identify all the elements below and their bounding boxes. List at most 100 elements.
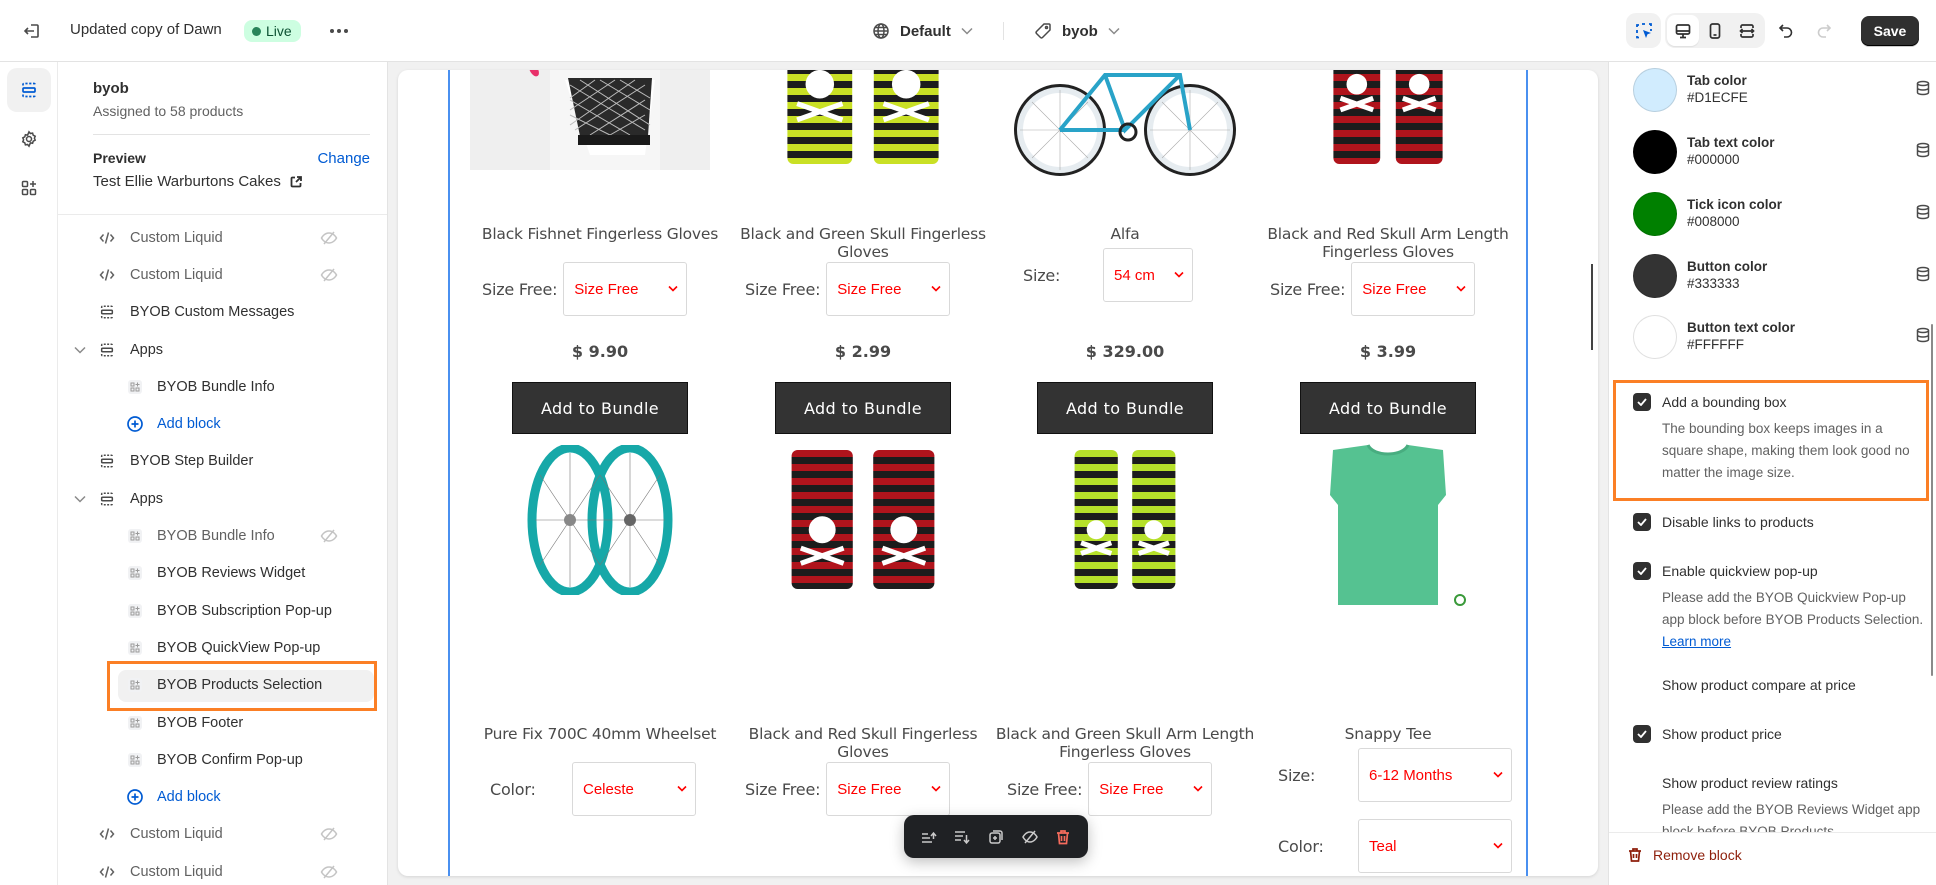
learn-more-link[interactable]: Learn more [1662,634,1731,649]
tree-item[interactable]: Custom Liquid [58,816,387,853]
rail-app-embeds-button[interactable] [7,166,51,210]
checkbox[interactable] [1633,725,1651,743]
dynamic-source-icon[interactable] [1915,327,1931,343]
tree-item[interactable]: BYOB Custom Messages [58,294,387,331]
option-select[interactable]: Size Free [826,762,951,816]
settings-scrollbar[interactable] [1931,324,1933,676]
help-text-body: The bounding box keeps images in a squar… [1662,421,1910,480]
color-swatch[interactable] [1633,192,1677,236]
delete-icon [1057,829,1070,844]
dynamic-source-icon[interactable] [1915,80,1931,96]
trash-icon [1629,848,1641,862]
color-setting[interactable]: Tab text color #000000 [1625,130,1930,176]
divider [1003,22,1004,40]
tree-group[interactable]: Apps [58,480,387,517]
canvas-scrollbar[interactable] [1591,264,1593,350]
color-setting[interactable]: Button text color #FFFFFF [1625,315,1930,361]
exit-button[interactable] [20,19,44,43]
rail-theme-settings-button[interactable] [7,117,51,161]
product-image [1330,444,1466,606]
tree-item[interactable]: Custom Liquid [58,256,387,293]
tree-item[interactable]: BYOB Subscription Pop-up [58,592,387,629]
product-name: Snappy Tee [1344,725,1432,743]
add-block-button[interactable]: Add block [58,778,387,815]
chevron-down-icon [1108,27,1120,35]
color-setting[interactable]: Tab color #D1ECFE [1625,68,1930,114]
save-button[interactable]: Save [1861,16,1919,46]
product-image-wrap[interactable] [1308,440,1468,610]
hidden-eye-icon[interactable] [320,267,338,283]
apps-icon [21,180,37,196]
add-block-button[interactable]: Add block [58,405,387,442]
section-icon [100,454,114,468]
desktop-view-button[interactable] [1667,15,1699,46]
product-image-wrap[interactable] [510,445,690,595]
checkbox[interactable] [1633,774,1651,792]
dynamic-source-icon[interactable] [1915,142,1931,158]
checkmark-icon [1637,730,1647,738]
dynamic-source-icon[interactable] [1915,266,1931,282]
checkbox[interactable] [1633,513,1651,531]
hidden-eye-icon[interactable] [320,528,338,544]
tree-item-label: BYOB Products Selection [157,677,323,694]
hidden-eye-icon[interactable] [320,826,338,842]
tree-item[interactable]: BYOB Bundle Info [58,517,387,554]
change-preview-link[interactable]: Change [317,150,370,167]
move-up-button[interactable] [915,823,943,851]
more-actions-button[interactable] [326,19,352,43]
hide-button[interactable] [1016,823,1044,851]
hidden-eye-icon[interactable] [320,230,338,246]
color-setting[interactable]: Button color #333333 [1625,254,1930,300]
tree-item[interactable]: BYOB Step Builder [58,443,387,480]
product-image-wrap[interactable] [778,450,948,595]
option-select[interactable]: 6-12 Months [1358,748,1512,802]
fullwidth-view-button[interactable] [1731,15,1763,46]
option-select[interactable]: Size Free [1088,762,1213,816]
checkbox[interactable] [1633,676,1651,694]
checkbox[interactable] [1633,562,1651,580]
tree-item[interactable]: Custom Liquid [58,219,387,256]
redo-icon [1817,24,1832,38]
product-image-wrap[interactable] [1065,450,1185,595]
redo-button[interactable] [1812,19,1836,43]
checkbox[interactable] [1633,393,1651,411]
chevron-down-icon[interactable] [74,495,86,503]
mobile-view-button[interactable] [1699,15,1731,46]
tree-item[interactable]: BYOB Footer [58,704,387,741]
tree-item[interactable]: Custom Liquid [58,853,387,885]
rail-sections-button[interactable] [7,68,51,112]
move-down-button[interactable] [948,823,976,851]
delete-button[interactable] [1049,823,1077,851]
checkbox-label: Disable links to products [1662,514,1814,530]
chevron-down-icon[interactable] [74,346,86,354]
inspector-toggle[interactable] [1626,13,1661,48]
color-swatch[interactable] [1633,130,1677,174]
color-label: Tick icon color [1687,197,1783,212]
tree-item[interactable]: BYOB Confirm Pop-up [58,741,387,778]
tree-item[interactable]: BYOB Products Selection [58,667,387,704]
tree-item[interactable]: BYOB Bundle Info [58,368,387,405]
preview-product-link[interactable]: Test Ellie Warburtons Cakes [93,173,303,190]
app-block-icon [128,603,142,618]
locale-dropdown[interactable]: Default [872,18,973,44]
color-swatch[interactable] [1633,254,1677,298]
color-setting[interactable]: Tick icon color #008000 [1625,192,1930,238]
duplicate-button[interactable] [982,823,1010,851]
dynamic-source-icon[interactable] [1915,204,1931,220]
tree-item-label: BYOB Reviews Widget [157,565,306,582]
remove-block-button[interactable]: Remove block [1627,847,1742,863]
tree-item[interactable]: BYOB Reviews Widget [58,555,387,592]
view-tools [1626,13,1765,48]
tree-group[interactable]: Apps [58,331,387,368]
preview-canvas[interactable]: Black Fishnet Fingerless Gloves Size Free… [398,70,1598,876]
undo-icon [1778,24,1793,38]
color-swatch[interactable] [1633,68,1677,112]
undo-button[interactable] [1774,19,1798,43]
option-select[interactable]: Celeste [572,762,696,816]
checkbox-label: Add a bounding box [1662,394,1787,410]
option-select[interactable]: Teal [1358,819,1512,873]
template-dropdown[interactable]: byob [1034,18,1120,44]
color-swatch[interactable] [1633,315,1677,359]
hidden-eye-icon[interactable] [320,864,338,880]
tree-item[interactable]: BYOB QuickView Pop-up [58,629,387,666]
